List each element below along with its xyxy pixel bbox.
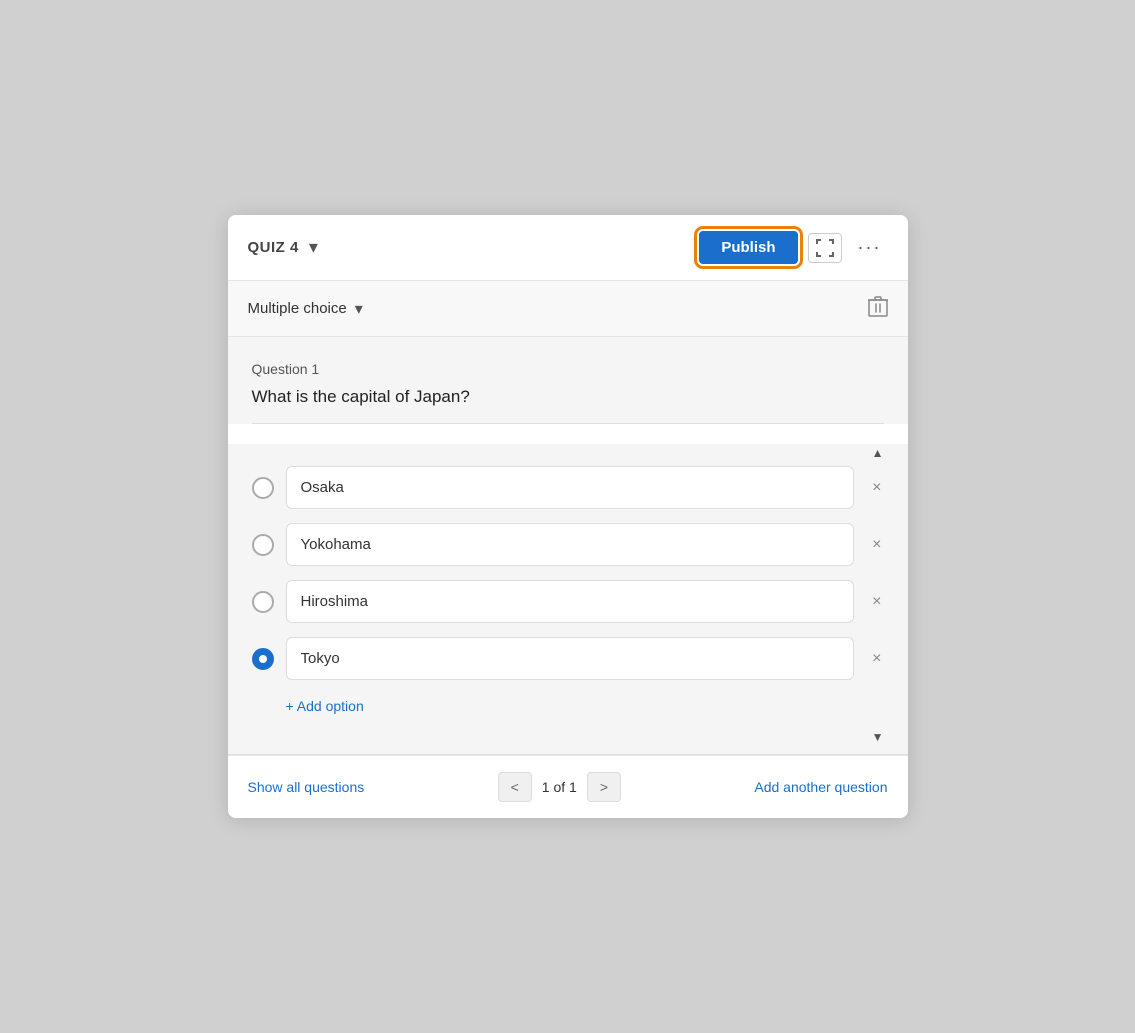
- question-type-label: Multiple choice: [248, 300, 347, 317]
- remove-option-button-4[interactable]: ×: [866, 646, 887, 672]
- show-all-questions-link[interactable]: Show all questions: [248, 779, 365, 795]
- option-row-4: ×: [252, 637, 888, 680]
- quiz-footer: Show all questions < 1 of 1 > Add anothe…: [228, 755, 908, 818]
- fullscreen-icon: [816, 239, 834, 257]
- delete-question-button[interactable]: [868, 295, 888, 322]
- quiz-body: Question 1 What is the capital of Japan?: [228, 337, 908, 424]
- remove-option-button-1[interactable]: ×: [866, 475, 887, 501]
- scroll-down-indicator: ▼: [252, 728, 888, 754]
- option-input-3[interactable]: [286, 580, 855, 623]
- remove-option-button-3[interactable]: ×: [866, 589, 887, 615]
- quiz-title-area: QUIZ 4 ▾: [248, 237, 318, 258]
- more-options-button[interactable]: ···: [852, 233, 888, 262]
- remove-option-button-2[interactable]: ×: [866, 532, 887, 558]
- publish-button[interactable]: Publish: [699, 231, 797, 264]
- options-list: × × × ×: [252, 466, 888, 680]
- page-indicator: 1 of 1: [542, 779, 577, 795]
- question-type-selector[interactable]: Multiple choice ▾: [248, 299, 363, 319]
- quiz-title: QUIZ 4: [248, 239, 299, 256]
- quiz-header-actions: Publish ···: [699, 231, 887, 264]
- option-row-1: ×: [252, 466, 888, 509]
- question-type-chevron-icon: ▾: [355, 299, 363, 319]
- option-row-3: ×: [252, 580, 888, 623]
- option-input-4[interactable]: [286, 637, 855, 680]
- trash-icon: [868, 295, 888, 317]
- quiz-title-chevron-icon[interactable]: ▾: [309, 237, 318, 258]
- radio-button-1[interactable]: [252, 477, 274, 499]
- add-option-link[interactable]: + Add option: [286, 698, 364, 714]
- option-input-1[interactable]: [286, 466, 855, 509]
- fullscreen-button[interactable]: [808, 233, 842, 263]
- prev-question-button[interactable]: <: [498, 772, 532, 802]
- options-area: ▲ × × × × + Add option ▼: [228, 444, 908, 754]
- scroll-down-arrow-icon: ▼: [872, 730, 884, 744]
- radio-button-3[interactable]: [252, 591, 274, 613]
- add-another-question-link[interactable]: Add another question: [754, 779, 887, 795]
- scroll-up-arrow-icon: ▲: [872, 446, 884, 460]
- question-text: What is the capital of Japan?: [252, 387, 884, 407]
- next-question-button[interactable]: >: [587, 772, 621, 802]
- quiz-container: QUIZ 4 ▾ Publish ··· Multiple choice ▾: [228, 215, 908, 818]
- quiz-header: QUIZ 4 ▾ Publish ···: [228, 215, 908, 281]
- option-input-2[interactable]: [286, 523, 855, 566]
- question-number: Question 1: [252, 361, 884, 377]
- question-divider: [252, 423, 884, 424]
- option-row-2: ×: [252, 523, 888, 566]
- pagination-area: < 1 of 1 >: [498, 772, 621, 802]
- radio-button-4[interactable]: [252, 648, 274, 670]
- radio-button-2[interactable]: [252, 534, 274, 556]
- scroll-up-indicator: ▲: [252, 444, 888, 462]
- quiz-subheader: Multiple choice ▾: [228, 281, 908, 337]
